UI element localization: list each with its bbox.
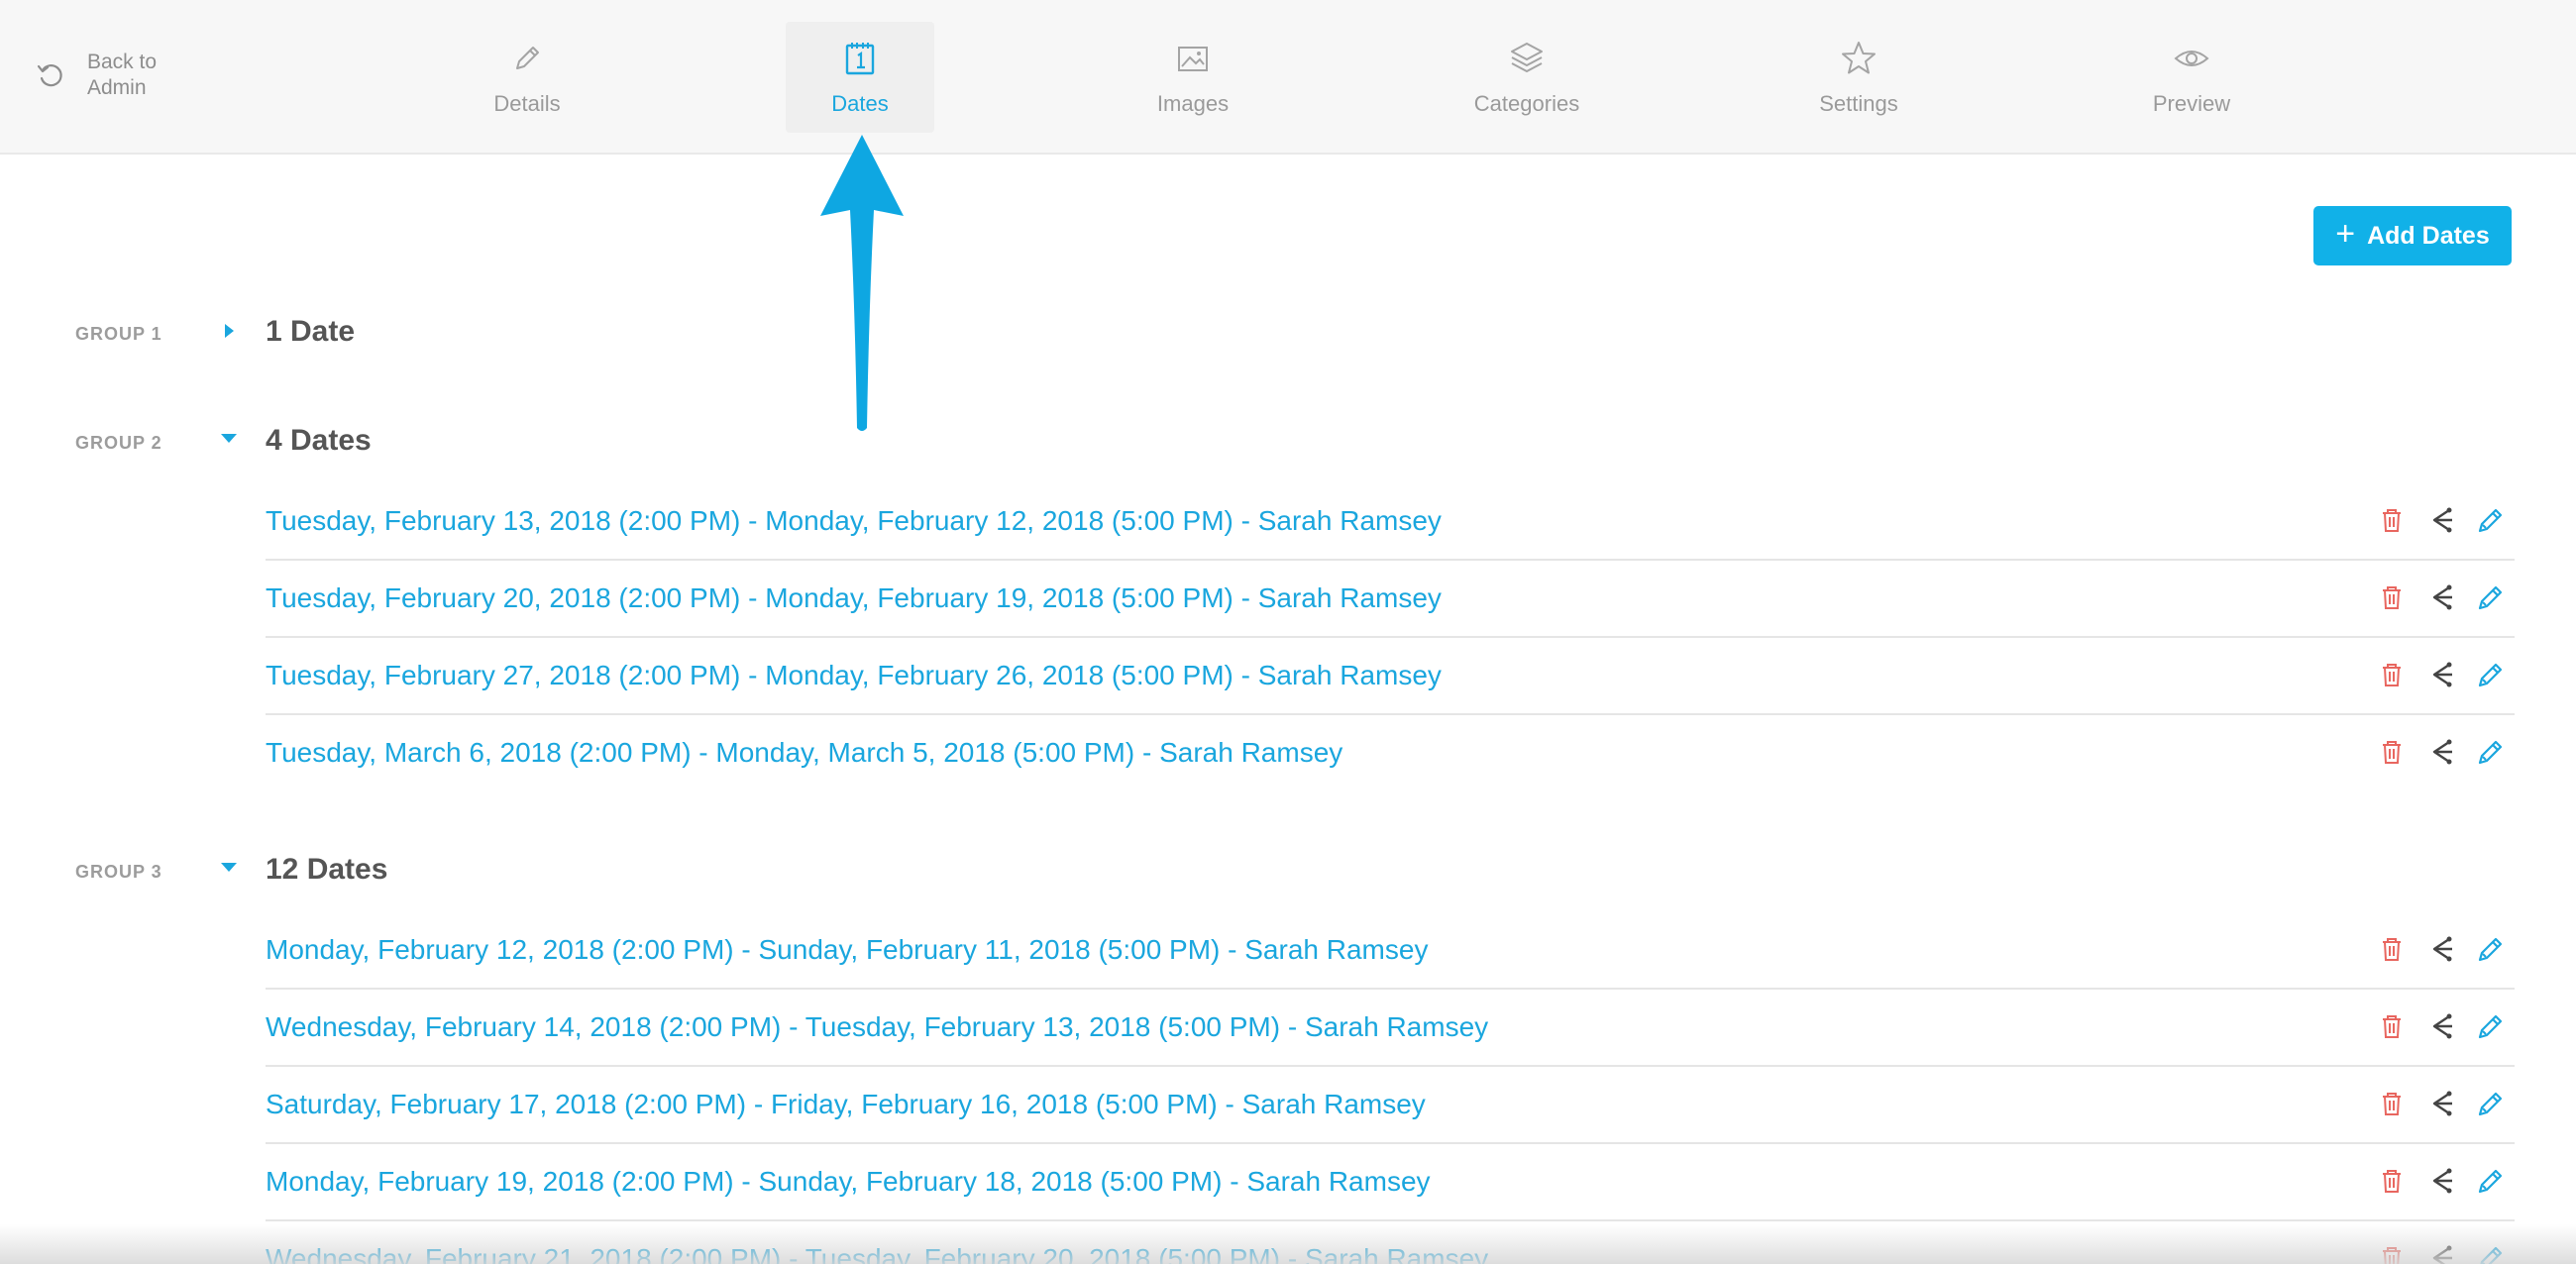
date-link[interactable]: Tuesday, February 27, 2018 (2:00 PM) - M… [266, 660, 1442, 691]
tab-label: Details [493, 91, 561, 116]
caret-down-icon[interactable] [220, 859, 238, 877]
tab-categories[interactable]: Categories [1452, 22, 1601, 133]
share-icon[interactable] [2425, 658, 2457, 691]
date-link[interactable]: Monday, February 19, 2018 (2:00 PM) - Su… [266, 1166, 1431, 1198]
top-nav: Back to Admin Details Dates Images Categ… [0, 0, 2576, 155]
row-actions [2376, 1164, 2507, 1198]
eye-icon [2171, 38, 2212, 79]
date-row: Monday, February 19, 2018 (2:00 PM) - Su… [266, 1144, 2515, 1221]
group-label: GROUP 3 [75, 862, 162, 882]
tab-details[interactable]: Details [453, 22, 601, 133]
date-link[interactable]: Tuesday, March 6, 2018 (2:00 PM) - Monda… [266, 737, 1342, 769]
group-label: GROUP 1 [75, 324, 162, 344]
row-actions [2376, 503, 2507, 537]
date-link[interactable]: Saturday, February 17, 2018 (2:00 PM) - … [266, 1089, 1426, 1120]
calendar-icon [839, 38, 881, 79]
share-icon[interactable] [2425, 503, 2457, 537]
trash-icon[interactable] [2376, 580, 2408, 614]
layers-icon [1506, 38, 1548, 79]
trash-icon[interactable] [2376, 1164, 2408, 1198]
date-link[interactable]: Monday, February 12, 2018 (2:00 PM) - Su… [266, 934, 1428, 966]
group-title[interactable]: 1 Date [266, 315, 355, 349]
pencil-icon[interactable] [2475, 503, 2507, 537]
trash-icon[interactable] [2376, 503, 2408, 537]
trash-icon[interactable] [2376, 735, 2408, 769]
back-to-admin-button[interactable]: Back to Admin [36, 50, 176, 101]
pencil-icon[interactable] [2475, 658, 2507, 691]
share-icon[interactable] [2425, 932, 2457, 966]
row-actions [2376, 932, 2507, 966]
row-actions [2376, 735, 2507, 769]
pencil-icon[interactable] [2475, 735, 2507, 769]
undo-icon [37, 64, 62, 87]
share-icon[interactable] [2425, 580, 2457, 614]
date-link[interactable]: Tuesday, February 13, 2018 (2:00 PM) - M… [266, 505, 1442, 537]
trash-icon[interactable] [2376, 1241, 2408, 1264]
row-actions [2376, 1009, 2507, 1043]
date-row: Tuesday, February 13, 2018 (2:00 PM) - M… [266, 483, 2515, 561]
share-icon[interactable] [2425, 1241, 2457, 1264]
date-row: Tuesday, February 27, 2018 (2:00 PM) - M… [266, 638, 2515, 715]
date-row: Monday, February 12, 2018 (2:00 PM) - Su… [266, 912, 2515, 990]
pencil-icon[interactable] [2475, 1009, 2507, 1043]
date-row: Saturday, February 17, 2018 (2:00 PM) - … [266, 1067, 2515, 1144]
date-row: Wednesday, February 14, 2018 (2:00 PM) -… [266, 990, 2515, 1067]
caret-down-icon[interactable] [220, 430, 238, 448]
pointer-arrow-icon [820, 135, 904, 431]
share-icon[interactable] [2425, 735, 2457, 769]
trash-icon[interactable] [2376, 1087, 2408, 1120]
back-to-admin-label: Back to Admin [87, 51, 158, 99]
tab-dates[interactable]: Dates [786, 22, 934, 133]
row-actions [2376, 1087, 2507, 1120]
trash-icon[interactable] [2376, 932, 2408, 966]
date-row: Tuesday, February 20, 2018 (2:00 PM) - M… [266, 561, 2515, 638]
date-row: Wednesday, February 21, 2018 (2:00 PM) -… [266, 1221, 2515, 1264]
pencil-icon[interactable] [2475, 1164, 2507, 1198]
group-title[interactable]: 4 Dates [266, 424, 372, 458]
row-actions [2376, 1241, 2507, 1264]
date-link[interactable]: Wednesday, February 14, 2018 (2:00 PM) -… [266, 1011, 1488, 1043]
pencil-icon[interactable] [2475, 1087, 2507, 1120]
share-icon[interactable] [2425, 1087, 2457, 1120]
date-link[interactable]: Wednesday, February 21, 2018 (2:00 PM) -… [266, 1243, 1488, 1264]
trash-icon[interactable] [2376, 658, 2408, 691]
pencil-icon [506, 38, 548, 79]
tab-label: Dates [831, 91, 889, 116]
row-actions [2376, 658, 2507, 691]
add-dates-button[interactable]: + Add Dates [2313, 206, 2512, 265]
image-icon [1172, 38, 1214, 79]
pencil-icon[interactable] [2475, 932, 2507, 966]
add-dates-label: Add Dates [2367, 221, 2490, 250]
group-label: GROUP 2 [75, 433, 162, 453]
star-icon [1838, 38, 1879, 79]
trash-icon[interactable] [2376, 1009, 2408, 1043]
pencil-icon[interactable] [2475, 1241, 2507, 1264]
share-icon[interactable] [2425, 1009, 2457, 1043]
tab-label: Categories [1473, 91, 1580, 116]
date-link[interactable]: Tuesday, February 20, 2018 (2:00 PM) - M… [266, 582, 1442, 614]
group-title[interactable]: 12 Dates [266, 853, 387, 887]
plus-icon: + [2335, 214, 2356, 253]
tab-label: Settings [1819, 91, 1898, 116]
share-icon[interactable] [2425, 1164, 2457, 1198]
caret-right-icon[interactable] [220, 322, 238, 340]
row-actions [2376, 580, 2507, 614]
tab-label: Preview [2152, 91, 2231, 116]
tab-label: Images [1156, 91, 1230, 116]
tab-images[interactable]: Images [1119, 22, 1267, 133]
tab-settings[interactable]: Settings [1784, 22, 1933, 133]
date-row: Tuesday, March 6, 2018 (2:00 PM) - Monda… [266, 715, 2515, 792]
pencil-icon[interactable] [2475, 580, 2507, 614]
tab-preview[interactable]: Preview [2117, 22, 2266, 133]
